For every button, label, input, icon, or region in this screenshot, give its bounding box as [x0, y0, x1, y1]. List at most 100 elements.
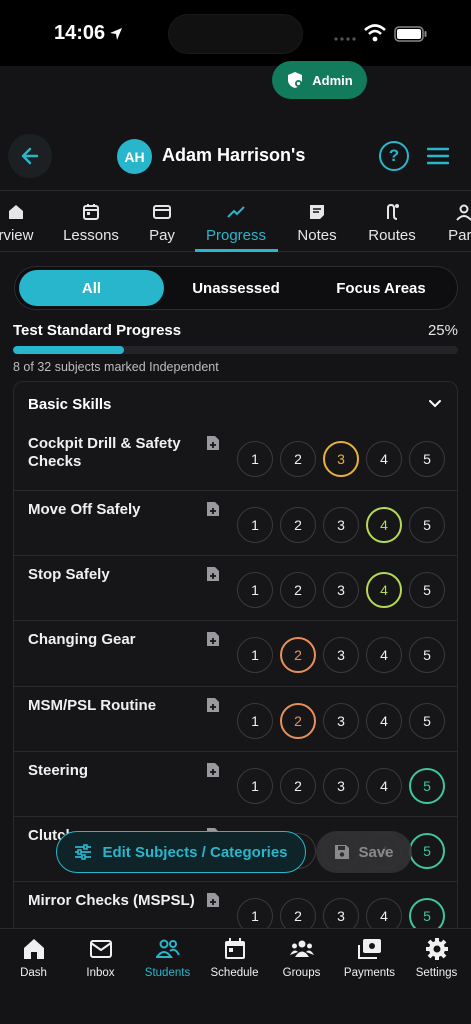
- level-1-button[interactable]: 1: [237, 768, 273, 804]
- progress-bar-fill: [13, 346, 125, 354]
- student-tabs: rview Lessons Pay Progress Notes Routes …: [0, 190, 471, 252]
- nav-dash[interactable]: Dash: [0, 937, 67, 979]
- bottom-navigation: Dash Inbox Students Schedule Groups Paym…: [0, 928, 471, 1024]
- page-title: Adam Harrison's: [162, 145, 306, 165]
- payments-icon: [357, 939, 381, 959]
- hamburger-menu-icon[interactable]: [427, 145, 449, 167]
- category-title[interactable]: Basic Skills: [28, 396, 111, 413]
- level-1-button[interactable]: 1: [237, 703, 273, 739]
- level-1-button[interactable]: 1: [237, 507, 273, 543]
- add-note-icon[interactable]: [206, 697, 220, 713]
- level-2-button[interactable]: 2: [280, 441, 316, 477]
- filter-all-button[interactable]: All: [19, 270, 164, 306]
- level-5-button[interactable]: 5: [409, 703, 445, 739]
- nav-inbox[interactable]: Inbox: [67, 937, 134, 979]
- level-4-button[interactable]: 4: [366, 768, 402, 804]
- level-5-button[interactable]: 5: [409, 833, 445, 869]
- nav-label: Students: [144, 967, 191, 979]
- students-icon: [155, 939, 180, 958]
- edit-subjects-label: Edit Subjects / Categories: [102, 843, 288, 861]
- level-2-button[interactable]: 2: [280, 572, 316, 608]
- shield-icon: [288, 72, 303, 88]
- tab-lessons[interactable]: Lessons: [58, 191, 124, 251]
- level-5-button[interactable]: 5: [409, 507, 445, 543]
- level-4-button[interactable]: 4: [366, 637, 402, 673]
- add-note-icon[interactable]: [206, 501, 220, 517]
- battery-icon: [394, 26, 427, 42]
- tab-routes[interactable]: Routes: [364, 191, 420, 251]
- level-3-button[interactable]: 3: [323, 703, 359, 739]
- level-1-button[interactable]: 1: [237, 441, 273, 477]
- dynamic-island: [168, 14, 303, 54]
- level-2-button[interactable]: 2: [280, 637, 316, 673]
- tab-label: Lessons: [63, 227, 119, 244]
- level-5-button[interactable]: 5: [409, 637, 445, 673]
- add-note-icon[interactable]: [206, 762, 220, 778]
- level-5-button[interactable]: 5: [409, 441, 445, 477]
- level-4-button[interactable]: 4: [366, 441, 402, 477]
- skill-row: Cockpit Drill & Safety Checks 1 2 3 4 5: [14, 425, 457, 490]
- level-4-button[interactable]: 4: [366, 703, 402, 739]
- nav-schedule[interactable]: Schedule: [201, 937, 268, 979]
- skill-name: Cockpit Drill & Safety Checks: [28, 435, 181, 470]
- tab-label: rview: [0, 227, 34, 244]
- save-button[interactable]: Save: [316, 831, 412, 873]
- skill-name: MSM/PSL Routine: [28, 697, 157, 714]
- tab-notes[interactable]: Notes: [292, 191, 342, 251]
- level-3-button[interactable]: 3: [323, 768, 359, 804]
- nav-label: Inbox: [86, 967, 115, 979]
- trend-up-icon: [227, 206, 245, 218]
- tab-overview[interactable]: rview: [0, 191, 40, 251]
- level-3-button[interactable]: 3: [323, 572, 359, 608]
- save-label: Save: [358, 843, 394, 861]
- level-5-button[interactable]: 5: [409, 572, 445, 608]
- level-3-button[interactable]: 3: [323, 507, 359, 543]
- tab-progress[interactable]: Progress: [198, 191, 274, 251]
- skill-row: Move Off Safely 1 2 3 4 5: [14, 490, 457, 555]
- skill-name: Move Off Safely: [28, 501, 141, 518]
- back-button[interactable]: [8, 134, 52, 178]
- nav-students[interactable]: Students: [134, 937, 201, 979]
- chevron-down-icon[interactable]: [427, 396, 443, 412]
- add-note-icon[interactable]: [206, 566, 220, 582]
- calendar-icon: [224, 938, 245, 959]
- add-note-icon[interactable]: [206, 435, 220, 451]
- add-note-icon[interactable]: [206, 631, 220, 647]
- nav-label: Schedule: [210, 967, 259, 979]
- nav-payments[interactable]: Payments: [336, 937, 403, 979]
- level-4-button[interactable]: 4: [366, 507, 402, 543]
- status-time: 14:06: [54, 22, 106, 44]
- tab-pay[interactable]: Pay: [140, 191, 184, 251]
- level-3-button[interactable]: 3: [323, 637, 359, 673]
- filter-focus-areas-button[interactable]: Focus Areas: [309, 270, 453, 306]
- nav-label: Payments: [343, 967, 396, 979]
- nav-label: Groups: [282, 967, 321, 979]
- progress-percent: 25%: [427, 322, 458, 339]
- level-2-button[interactable]: 2: [280, 507, 316, 543]
- avatar[interactable]: AH: [117, 139, 152, 174]
- sliders-icon: [75, 844, 92, 860]
- person-icon: [456, 204, 471, 221]
- help-button[interactable]: ?: [379, 141, 409, 171]
- add-note-icon[interactable]: [206, 892, 220, 908]
- edit-subjects-button[interactable]: Edit Subjects / Categories: [56, 831, 306, 873]
- level-5-button[interactable]: 5: [409, 768, 445, 804]
- admin-badge-button[interactable]: Admin: [272, 61, 367, 99]
- status-bar: 14:06: [0, 0, 471, 66]
- level-2-button[interactable]: 2: [280, 768, 316, 804]
- nav-label: Settings: [415, 967, 458, 979]
- wifi-icon: [364, 24, 386, 42]
- level-1-button[interactable]: 1: [237, 637, 273, 673]
- nav-settings[interactable]: Settings: [403, 937, 470, 979]
- level-3-button[interactable]: 3: [323, 441, 359, 477]
- progress-title: Test Standard Progress: [13, 322, 182, 339]
- skill-name: Steering: [28, 762, 89, 779]
- level-4-button[interactable]: 4: [366, 572, 402, 608]
- location-arrow-icon: [110, 28, 122, 40]
- level-1-button[interactable]: 1: [237, 572, 273, 608]
- tab-parent[interactable]: Pare: [444, 191, 471, 251]
- level-2-button[interactable]: 2: [280, 703, 316, 739]
- filter-unassessed-button[interactable]: Unassessed: [167, 270, 305, 306]
- filter-segmented-control: All Unassessed Focus Areas: [14, 266, 458, 310]
- nav-groups[interactable]: Groups: [268, 937, 335, 979]
